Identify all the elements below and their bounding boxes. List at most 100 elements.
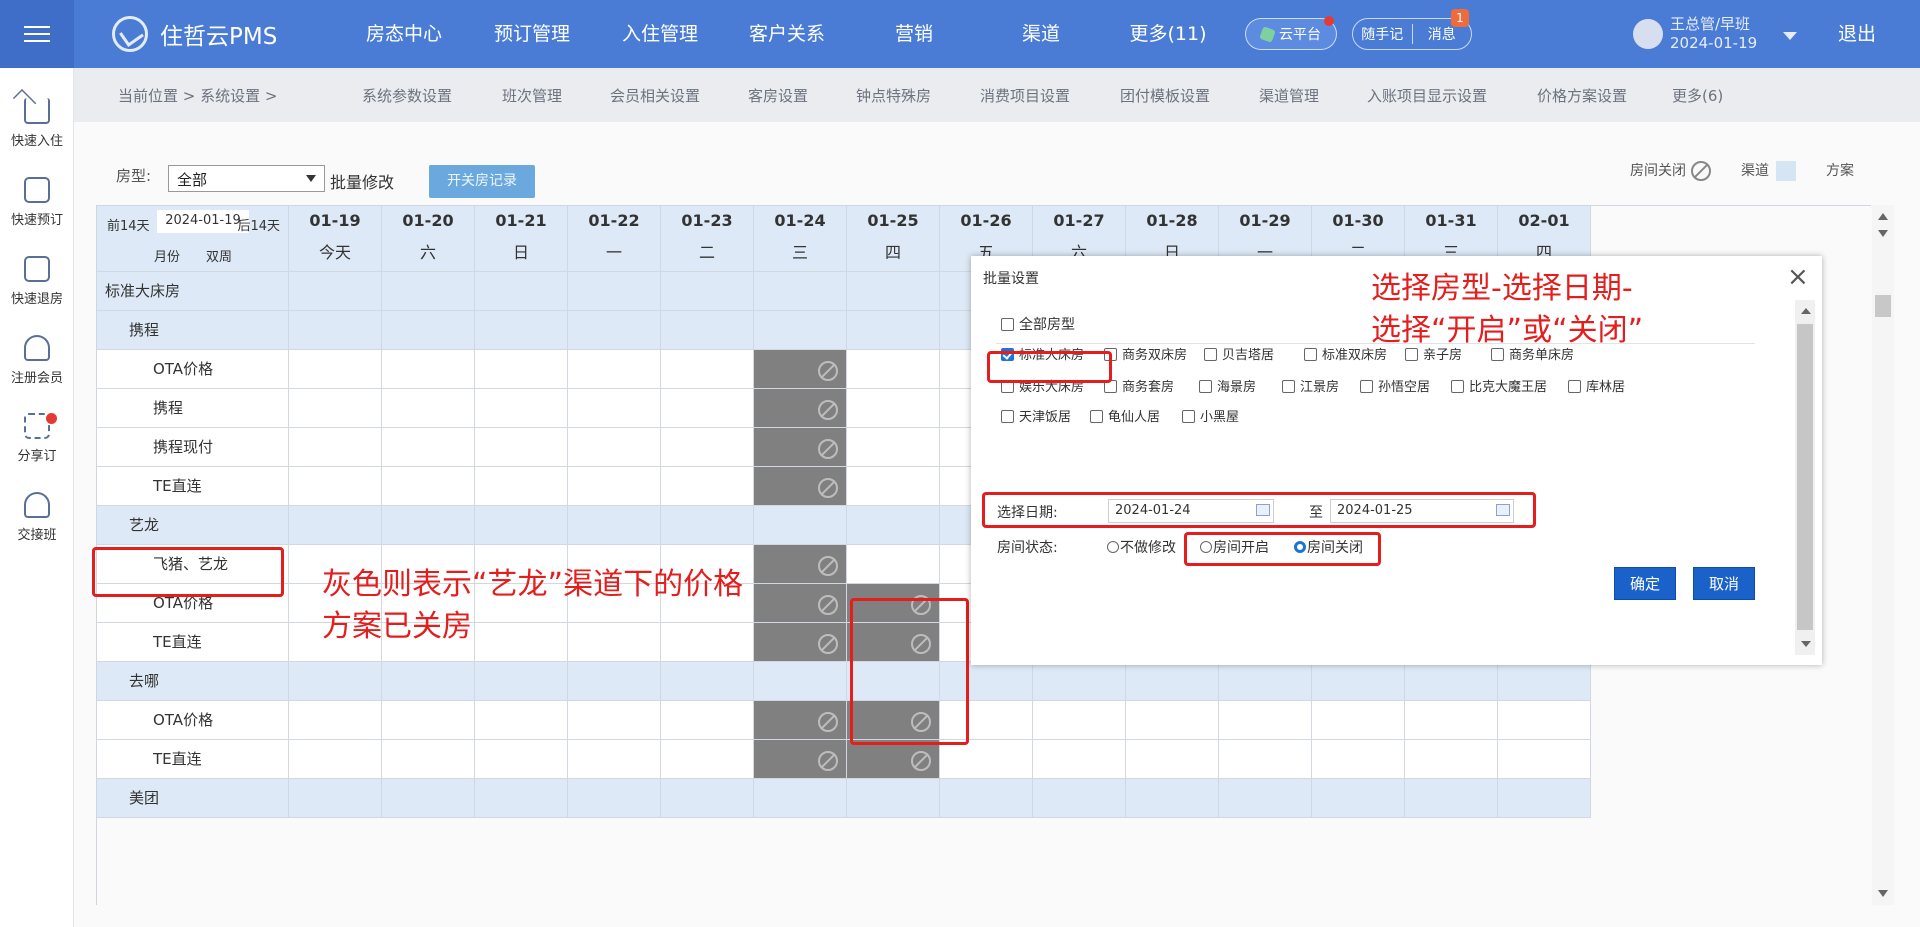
nav-marketing[interactable]: 营销 xyxy=(866,0,962,68)
closed-cell[interactable] xyxy=(754,740,847,779)
grid-cell[interactable] xyxy=(1126,740,1219,779)
scroll-thumb[interactable] xyxy=(1875,295,1891,317)
grid-cell[interactable] xyxy=(1498,779,1591,818)
tab-shift-management[interactable]: 班次管理 xyxy=(502,85,562,106)
grid-cell[interactable] xyxy=(1219,662,1312,701)
grid-cell[interactable] xyxy=(475,506,568,545)
app-logo[interactable]: 住哲云PMS xyxy=(112,14,277,54)
grid-cell[interactable] xyxy=(661,350,754,389)
closed-cell[interactable] xyxy=(754,428,847,467)
grid-cell[interactable] xyxy=(382,311,475,350)
grid-cell[interactable] xyxy=(289,701,382,740)
grid-cell[interactable] xyxy=(754,311,847,350)
grid-cell[interactable] xyxy=(847,389,940,428)
grid-cell[interactable] xyxy=(661,779,754,818)
grid-cell[interactable] xyxy=(568,662,661,701)
close-icon[interactable]: × xyxy=(1787,264,1809,290)
tab-rate-plans[interactable]: 价格方案设置 xyxy=(1537,85,1627,106)
closed-cell[interactable] xyxy=(754,350,847,389)
grid-cell[interactable] xyxy=(1312,701,1405,740)
grid-cell[interactable] xyxy=(847,311,940,350)
radio-no-change[interactable]: 不做修改 xyxy=(1107,537,1176,557)
grid-cell[interactable] xyxy=(1033,701,1126,740)
grid-cell[interactable] xyxy=(382,779,475,818)
grid-cell[interactable] xyxy=(382,506,475,545)
grid-cell[interactable] xyxy=(1126,701,1219,740)
grid-cell[interactable] xyxy=(568,506,661,545)
share-booking[interactable]: 分享订 xyxy=(0,413,74,464)
tab-group-templates[interactable]: 团付模板设置 xyxy=(1120,85,1210,106)
grid-cell[interactable] xyxy=(754,662,847,701)
grid-cell[interactable] xyxy=(289,740,382,779)
closed-cell[interactable] xyxy=(847,740,940,779)
grid-cell[interactable] xyxy=(1498,662,1591,701)
grid-cell[interactable] xyxy=(1312,662,1405,701)
month-view[interactable]: 月份 xyxy=(154,246,180,265)
grid-cell[interactable] xyxy=(568,272,661,311)
tab-system-params[interactable]: 系统参数设置 xyxy=(362,85,452,106)
grid-cell[interactable] xyxy=(289,779,382,818)
grid-cell[interactable] xyxy=(382,389,475,428)
register-member[interactable]: 注册会员 xyxy=(0,335,74,386)
user-avatar[interactable] xyxy=(1633,19,1663,49)
room-record-button[interactable]: 开关房记录 xyxy=(429,165,535,198)
quick-booking[interactable]: 快速预订 xyxy=(0,177,74,228)
grid-cell[interactable] xyxy=(568,350,661,389)
room-type-checkbox[interactable]: 孙悟空居 xyxy=(1360,376,1430,395)
grid-cell[interactable] xyxy=(1405,740,1498,779)
closed-cell[interactable] xyxy=(754,623,847,662)
room-type-checkbox[interactable]: 天津饭居 xyxy=(1001,406,1071,425)
room-type-checkbox[interactable]: 海景房 xyxy=(1199,376,1256,395)
grid-cell[interactable] xyxy=(289,389,382,428)
dialog-scrollbar[interactable] xyxy=(1795,300,1815,655)
closed-cell[interactable] xyxy=(754,389,847,428)
grid-cell[interactable] xyxy=(754,779,847,818)
room-type-checkbox[interactable]: 小黑屋 xyxy=(1182,406,1239,425)
tab-member-settings[interactable]: 会员相关设置 xyxy=(610,85,700,106)
grid-cell[interactable] xyxy=(475,740,568,779)
tab-hourly-rooms[interactable]: 钟点特殊房 xyxy=(856,85,931,106)
grid-cell[interactable] xyxy=(847,467,940,506)
grid-cell[interactable] xyxy=(568,311,661,350)
nav-more[interactable]: 更多(11) xyxy=(1120,0,1216,68)
grid-cell[interactable] xyxy=(1498,740,1591,779)
quick-checkin[interactable]: 快速入住 xyxy=(0,98,74,149)
grid-cell[interactable] xyxy=(661,662,754,701)
tab-posting-display[interactable]: 入账项目显示设置 xyxy=(1367,85,1487,106)
user-info[interactable]: 王总管/早班 2024-01-19 xyxy=(1670,15,1757,53)
batch-edit-link[interactable]: 批量修改 xyxy=(330,169,394,193)
grid-cell[interactable] xyxy=(568,389,661,428)
grid-cell[interactable] xyxy=(661,740,754,779)
grid-cell[interactable] xyxy=(940,779,1033,818)
grid-cell[interactable] xyxy=(847,779,940,818)
grid-cell[interactable] xyxy=(1219,779,1312,818)
grid-cell[interactable] xyxy=(475,350,568,389)
scroll-down-icon[interactable] xyxy=(1878,230,1888,237)
chevron-down-icon[interactable] xyxy=(1783,32,1797,40)
room-type-checkbox[interactable]: 贝吉塔居 xyxy=(1204,344,1274,363)
room-type-checkbox[interactable]: 比克大魔王居 xyxy=(1451,376,1547,395)
next-14-days[interactable]: 后14天 xyxy=(237,215,280,234)
grid-cell[interactable] xyxy=(661,428,754,467)
tab-room-settings[interactable]: 客房设置 xyxy=(748,85,808,106)
grid-cell[interactable] xyxy=(1033,740,1126,779)
closed-cell[interactable] xyxy=(754,584,847,623)
tab-consumption-items[interactable]: 消费项目设置 xyxy=(980,85,1070,106)
grid-cell[interactable] xyxy=(661,272,754,311)
grid-cell[interactable] xyxy=(1405,779,1498,818)
room-type-checkbox[interactable]: 龟仙人居 xyxy=(1090,406,1160,425)
room-type-checkbox[interactable]: 库林居 xyxy=(1568,376,1625,395)
grid-cell[interactable] xyxy=(475,779,568,818)
grid-cell[interactable] xyxy=(1126,779,1219,818)
scroll-up-icon[interactable] xyxy=(1878,213,1888,220)
grid-cell[interactable] xyxy=(847,506,940,545)
grid-cell[interactable] xyxy=(661,389,754,428)
room-type-checkbox[interactable]: 江景房 xyxy=(1282,376,1339,395)
current-date-input[interactable]: 2024-01-19 xyxy=(157,210,249,233)
prev-14-days[interactable]: 前14天 xyxy=(107,215,150,234)
scroll-down-icon[interactable] xyxy=(1801,641,1811,647)
grid-cell[interactable] xyxy=(289,467,382,506)
grid-cell[interactable] xyxy=(382,272,475,311)
scroll-thumb[interactable] xyxy=(1797,324,1813,630)
grid-cell[interactable] xyxy=(1219,701,1312,740)
